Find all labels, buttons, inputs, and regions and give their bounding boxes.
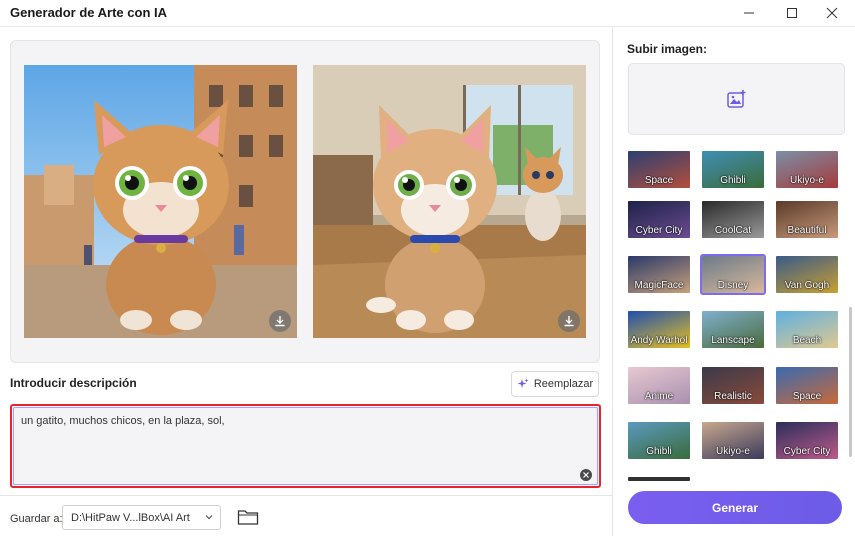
style-thumb[interactable]: Andy Warhol <box>628 311 690 348</box>
bottom-divider <box>0 495 612 496</box>
main-panel: Introducir descripción Reemplazar un gat… <box>0 27 612 536</box>
clear-icon[interactable] <box>580 469 592 481</box>
minimize-button[interactable] <box>729 0 769 26</box>
style-thumb[interactable]: Realistic <box>702 367 764 404</box>
style-thumb[interactable]: Lanscape <box>702 311 764 348</box>
preview-area <box>10 40 600 363</box>
style-label: Ghibli <box>646 446 672 457</box>
style-label: Disney <box>717 280 749 291</box>
style-label: Van Gogh <box>784 280 830 291</box>
download-button[interactable] <box>269 310 291 332</box>
download-icon <box>564 316 574 327</box>
style-thumb[interactable]: Space <box>776 367 838 404</box>
style-label: MagicFace <box>634 280 684 291</box>
style-label: Space <box>644 175 674 186</box>
description-text: un gatito, muchos chicos, en la plaza, s… <box>21 415 225 427</box>
style-label: Andy Warhol <box>630 335 688 346</box>
replace-label: Reemplazar <box>533 378 594 390</box>
title-bar: Generador de Arte con IA <box>0 0 855 26</box>
style-thumb[interactable]: CoolCat <box>702 201 764 238</box>
style-thumb[interactable]: Ukiyo-e <box>702 422 764 459</box>
sparkle-icon <box>517 378 529 388</box>
maximize-button[interactable] <box>772 0 812 26</box>
style-thumb[interactable]: Disney <box>700 254 766 295</box>
upload-label: Subir imagen: <box>627 42 708 56</box>
maximize-icon <box>787 8 797 18</box>
style-thumb[interactable]: Beautiful <box>776 201 838 238</box>
window-title: Generador de Arte con IA <box>10 5 167 20</box>
download-button[interactable] <box>558 310 580 332</box>
style-thumb[interactable]: Anime <box>628 367 690 404</box>
folder-icon <box>237 510 259 525</box>
save-path-select[interactable]: D:\HitPaw V...lBox\AI Art <box>62 505 221 530</box>
style-thumb[interactable]: MagicFace <box>628 256 690 293</box>
style-label: Cyber City <box>783 446 831 457</box>
close-button[interactable] <box>812 0 852 26</box>
style-label: CoolCat <box>714 225 752 236</box>
upload-image-button[interactable] <box>628 63 845 135</box>
style-sidebar: Subir imagen: Space Ghibli Ukiyo-e Cyber Ci… <box>613 27 855 536</box>
style-label: Lanscape <box>711 335 755 346</box>
style-thumb[interactable]: Ghibli <box>702 151 764 188</box>
style-thumb[interactable]: Ukiyo-e <box>776 151 838 188</box>
generated-image <box>313 65 586 338</box>
save-to-label: Guardar a: <box>10 513 63 525</box>
description-label: Introducir descripción <box>10 376 137 390</box>
save-path-value: D:\HitPaw V...lBox\AI Art <box>71 512 190 524</box>
style-thumb[interactable]: Space <box>628 151 690 188</box>
style-thumb[interactable]: Cyber City <box>776 422 838 459</box>
generate-label: Generar <box>711 500 759 515</box>
style-thumb[interactable] <box>628 477 690 481</box>
replace-button[interactable]: Reemplazar <box>511 371 599 397</box>
generate-button[interactable]: Generar <box>628 491 842 524</box>
style-label: Cyber City <box>635 225 683 236</box>
style-label: Beach <box>792 335 822 346</box>
style-label: Ukiyo-e <box>790 175 824 186</box>
style-thumb[interactable]: Cyber City <box>628 201 690 238</box>
style-label: Realistic <box>714 391 752 402</box>
minimize-icon <box>744 12 754 14</box>
style-label: Beautiful <box>787 225 827 236</box>
open-folder-button[interactable] <box>237 508 259 526</box>
style-thumb[interactable]: Van Gogh <box>776 256 838 293</box>
download-icon <box>275 316 285 327</box>
original-image <box>24 65 297 338</box>
style-label: Anime <box>644 391 674 402</box>
style-thumb[interactable]: Beach <box>776 311 838 348</box>
style-label: Ukiyo-e <box>716 446 750 457</box>
style-label: Space <box>792 391 822 402</box>
style-thumb[interactable]: Ghibli <box>628 422 690 459</box>
chevron-down-icon <box>205 515 213 520</box>
add-image-icon <box>726 90 745 108</box>
style-label: Ghibli <box>720 175 746 186</box>
description-input[interactable]: un gatito, muchos chicos, en la plaza, s… <box>10 404 601 488</box>
style-grid: Space Ghibli Ukiyo-e Cyber City CoolCat Beaut… <box>628 151 846 481</box>
scrollbar[interactable] <box>849 307 852 457</box>
close-icon <box>826 7 838 19</box>
